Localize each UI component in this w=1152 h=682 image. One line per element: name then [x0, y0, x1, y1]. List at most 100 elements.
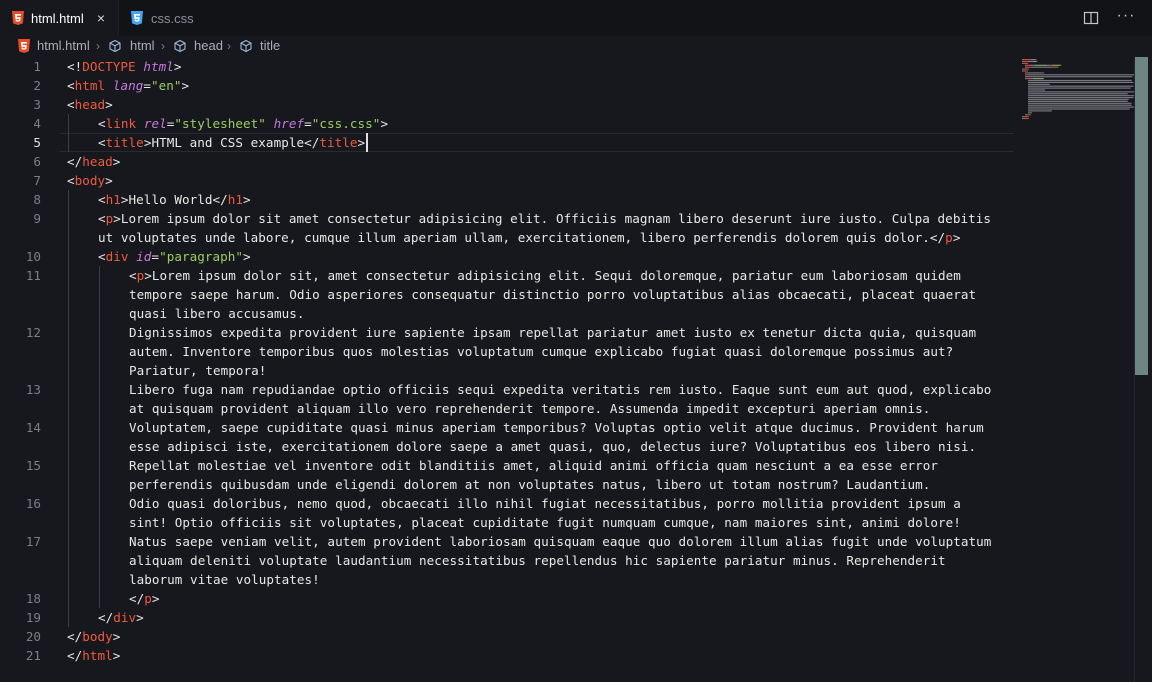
code-line: at quisquam provident aliquam illo vero … [129, 401, 931, 416]
minimap-line [1023, 117, 1028, 120]
minimap-line [1026, 64, 1031, 66]
code-editor-window: html.html × css.css ··· html.html › html… [0, 0, 1152, 682]
minimap-line [1025, 74, 1026, 76]
indent-guide [99, 589, 100, 608]
indent-guide [99, 456, 100, 475]
minimap-line [1023, 70, 1027, 72]
minimap-line [1026, 74, 1027, 76]
code-line: tempore saepe harum. Odio asperiores con… [129, 287, 977, 302]
line-number: 20 [25, 629, 41, 644]
minimap-line [1050, 64, 1052, 66]
indent-guide [99, 399, 100, 418]
indent-guide [68, 323, 69, 342]
close-tab-icon[interactable]: × [92, 9, 110, 27]
minimap-line [1028, 91, 1134, 93]
scrollbar-thumb[interactable] [1135, 57, 1148, 375]
code-line: <title>HTML and CSS example</title> [98, 135, 366, 150]
minimap-line [1032, 60, 1037, 63]
chevron-right-icon: › [96, 39, 100, 53]
indent-guide [99, 532, 100, 551]
indent-guide [99, 285, 100, 304]
minimap-line [1028, 106, 1134, 108]
minimap-line [1028, 95, 1134, 97]
minimap-line [1028, 97, 1134, 99]
indent-guide [99, 551, 100, 570]
minimap-line [1030, 112, 1032, 114]
code-line: </head> [67, 154, 121, 169]
breadcrumb: html.html › html › head › title [0, 36, 1152, 56]
code-editor[interactable]: 1 2 3 4 5 6 7 8 9 10 11 12 13 14 15 16 17 18 19 20 21 <!DOCT… [0, 57, 1134, 682]
minimap-line [1029, 112, 1031, 114]
minimap-line [1023, 59, 1032, 61]
minimap-line [1026, 70, 1028, 72]
breadcrumb-item-file[interactable]: html.html [37, 38, 90, 54]
minimap-line [1026, 114, 1030, 116]
minimap-line [1028, 98, 1129, 101]
indent-guide [99, 418, 100, 437]
code-line: </div> [98, 610, 144, 625]
minimap-line [1027, 60, 1032, 63]
element-cube-icon [240, 39, 252, 53]
minimap-line [1033, 64, 1035, 66]
line-number: 5 [33, 135, 41, 150]
minimap-line [1030, 66, 1032, 68]
minimap-line [1028, 110, 1052, 112]
minimap-line [1028, 72, 1040, 74]
minimap-line [1027, 116, 1029, 118]
line-number: 17 [25, 534, 41, 549]
code-line: <link rel="stylesheet" href="css.css"> [98, 116, 389, 131]
element-cube-icon [174, 39, 186, 53]
line-number: 18 [25, 591, 41, 606]
chevron-right-icon: › [161, 39, 165, 53]
code-line: ut voluptates unde labore, cumque illum … [98, 230, 961, 245]
minimap-line [1028, 108, 1130, 110]
code-line: sint! Optio officiis sit voluptates, pla… [129, 515, 961, 530]
split-editor-icon[interactable] [1083, 10, 1099, 26]
minimap-line [1041, 72, 1044, 74]
minimap-line [1036, 60, 1038, 63]
minimap-line [1025, 76, 1129, 78]
minimap-line [1052, 66, 1058, 68]
code-line: Dignissimos expedita provident iure sapi… [129, 325, 977, 340]
line-number: 14 [25, 420, 41, 435]
indent-guide [68, 133, 69, 152]
indent-guide [68, 190, 69, 209]
minimap-line [1025, 78, 1026, 80]
indent-guide [68, 570, 69, 589]
more-actions-icon[interactable]: ··· [1114, 6, 1138, 26]
code-line: quasi libero accusamus. [129, 306, 305, 321]
line-number: 8 [33, 192, 41, 207]
indent-guide [68, 114, 69, 133]
minimap-line [1025, 64, 1026, 66]
minimap-line [1028, 89, 1046, 91]
minimap-line [1027, 74, 1028, 76]
minimap-line [1029, 114, 1031, 116]
indent-guide [68, 437, 69, 456]
indent-guide [68, 608, 69, 627]
tab-css-css[interactable]: css.css [118, 0, 238, 36]
minimap[interactable] [1020, 57, 1134, 127]
minimap-line [1039, 72, 1042, 74]
minimap-line [1028, 102, 1132, 104]
tab-html-html[interactable]: html.html × [0, 0, 118, 36]
line-number: 1 [33, 59, 41, 74]
minimap-line [1028, 83, 1050, 85]
minimap-line [1027, 68, 1029, 70]
breadcrumb-item-title[interactable]: title [260, 38, 280, 54]
code-line: </p> [129, 591, 160, 606]
minimap-line [1043, 78, 1045, 80]
code-line: Odio quasi doloribus, nemo quod, obcaeca… [129, 496, 961, 511]
code-line: <h1>Hello World</h1> [98, 192, 251, 207]
line-number: 16 [25, 496, 41, 511]
code-line: <div id="paragraph"> [98, 249, 251, 264]
code-line: Repellat molestiae vel inventore odit bl… [129, 458, 938, 473]
minimap-line [1025, 66, 1026, 68]
indent-guide [99, 304, 100, 323]
line-number: 12 [25, 325, 41, 340]
breadcrumb-item-html[interactable]: html [130, 38, 155, 54]
minimap-line [1025, 72, 1026, 74]
line-number: 10 [25, 249, 41, 264]
line-number: 3 [33, 97, 41, 112]
indent-guide [68, 456, 69, 475]
breadcrumb-item-head[interactable]: head [194, 38, 223, 54]
